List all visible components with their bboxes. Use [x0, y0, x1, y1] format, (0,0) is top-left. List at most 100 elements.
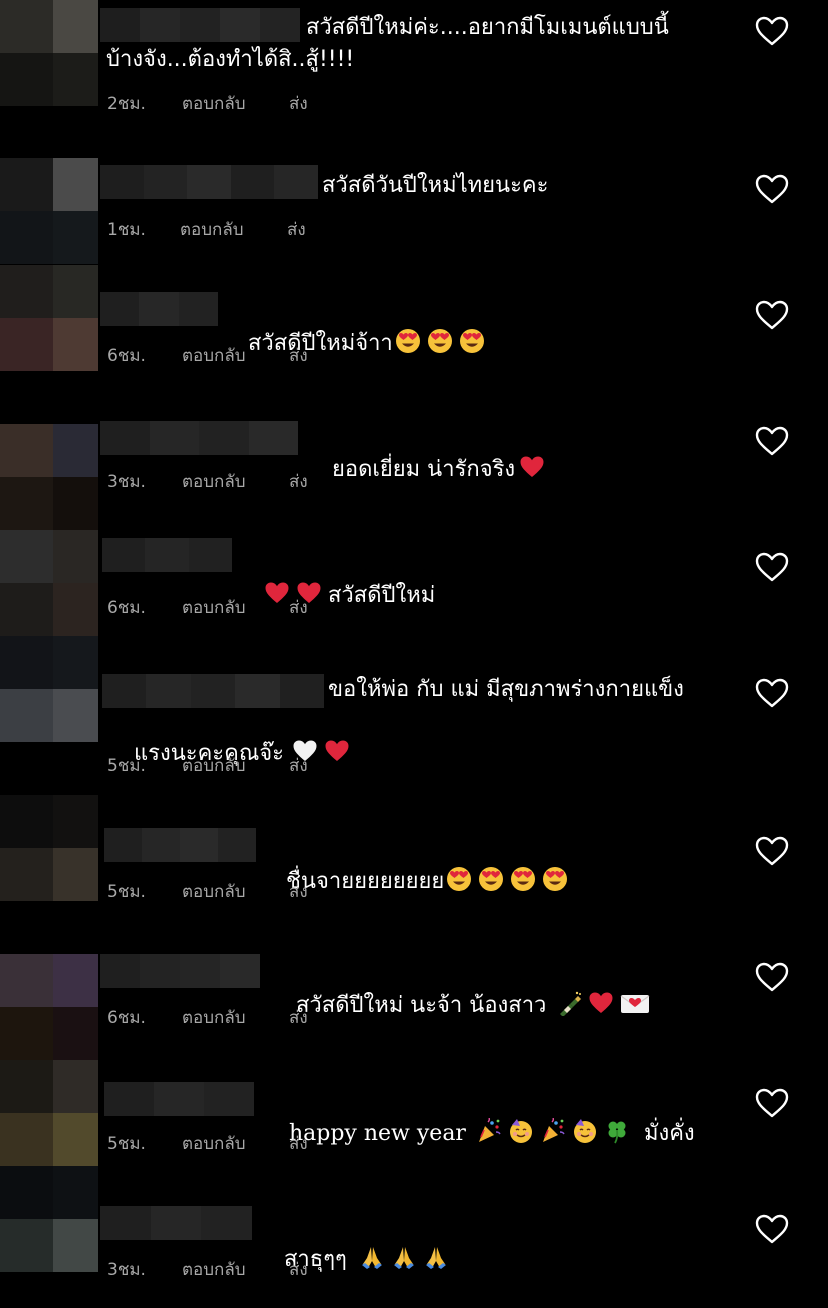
- username-blurred[interactable]: [100, 8, 300, 42]
- partying-face-emoji-icon: [508, 1118, 534, 1144]
- love-letter-emoji-icon: [620, 990, 650, 1016]
- bottle-emoji-icon: [556, 990, 582, 1016]
- avatar[interactable]: [0, 265, 98, 371]
- pray-emoji-icon: [359, 1244, 385, 1270]
- timestamp: 3ชม.: [107, 472, 146, 492]
- avatar[interactable]: [0, 795, 98, 901]
- reply-button[interactable]: ตอบกลับ: [182, 1004, 289, 1031]
- reply-button[interactable]: ตอบกลับ: [182, 342, 289, 369]
- timestamp: 2ชม.: [107, 94, 146, 114]
- avatar[interactable]: [0, 158, 98, 264]
- red-heart-emoji-icon: [324, 738, 350, 764]
- comment-text-label: happy new year: [288, 1121, 466, 1146]
- reply-button[interactable]: ตอบกลับ: [180, 216, 287, 243]
- timestamp: 3ชม.: [107, 1260, 146, 1280]
- avatar[interactable]: [0, 0, 98, 106]
- comment-text: สวัสดีวันปีใหม่ไทยนะคะ: [322, 173, 549, 198]
- comment-meta: 6ชม. ตอบกลับ ส่ง: [107, 594, 308, 621]
- comment-text-suffix: มั่งคั่ง: [643, 1121, 695, 1146]
- like-heart-icon[interactable]: [754, 15, 790, 47]
- avatar[interactable]: [0, 424, 98, 530]
- heart-eyes-emoji-icon: [395, 328, 421, 354]
- like-heart-icon[interactable]: [754, 299, 790, 331]
- like-heart-icon[interactable]: [754, 677, 790, 709]
- username-blurred[interactable]: [100, 165, 318, 199]
- party-popper-emoji-icon: [476, 1118, 502, 1144]
- username-blurred[interactable]: [100, 421, 298, 455]
- pray-emoji-icon: [391, 1244, 417, 1270]
- timestamp: 5ชม.: [107, 882, 146, 902]
- timestamp: 6ชม.: [107, 598, 146, 618]
- like-heart-icon[interactable]: [754, 1087, 790, 1119]
- avatar-column: [0, 0, 98, 1303]
- username-blurred[interactable]: [102, 538, 232, 572]
- heart-eyes-emoji-icon: [446, 866, 472, 892]
- comment-text-label: สวัสดีปีใหม่ นะจ้า น้องสาว: [295, 993, 547, 1018]
- timestamp: 6ชม.: [107, 1008, 146, 1028]
- send-button[interactable]: ส่ง: [289, 1004, 308, 1031]
- comment-text: happy new year มั่งคั่ง: [261, 1086, 695, 1182]
- comment-meta: 5ชม. ตอบกลับ ส่ง: [107, 1130, 308, 1157]
- comment-text-label: ชื่นจายยยยยยยย: [285, 869, 445, 894]
- username-blurred[interactable]: [102, 674, 325, 708]
- comment-text: สวัสดีปีใหม่ค่ะ....อยากมีโมเมนต์แบบนี้: [306, 15, 669, 40]
- comment-meta: 3ชม. ตอบกลับ ส่ง: [107, 1256, 308, 1283]
- username-blurred[interactable]: [100, 954, 260, 988]
- comment-text: สวัสดีปีใหม่ นะจ้า น้องสาว: [268, 958, 656, 1054]
- send-button[interactable]: ส่ง: [289, 594, 308, 621]
- like-heart-icon[interactable]: [754, 1213, 790, 1245]
- comment-meta: 1ชม. ตอบกลับ ส่ง: [107, 216, 306, 243]
- clover-emoji-icon: [604, 1118, 630, 1144]
- comment-meta: 5ชม. ตอบกลับ ส่ง: [107, 752, 308, 779]
- timestamp: 6ชม.: [107, 346, 146, 366]
- send-button[interactable]: ส่ง: [289, 342, 308, 369]
- avatar[interactable]: [0, 530, 98, 636]
- timestamp: 5ชม.: [107, 756, 146, 776]
- comment-text: ขอให้พ่อ กับ แม่ มีสุขภาพร่างกายแข็ง: [328, 677, 684, 702]
- comment-meta: 6ชม. ตอบกลับ ส่ง: [107, 342, 308, 369]
- timestamp: 1ชม.: [107, 220, 146, 240]
- like-heart-icon[interactable]: [754, 961, 790, 993]
- send-button[interactable]: ส่ง: [289, 468, 308, 495]
- timestamp: 5ชม.: [107, 1134, 146, 1154]
- avatar[interactable]: [0, 636, 98, 742]
- username-blurred[interactable]: [100, 1206, 253, 1240]
- comment-text: ยอดเยี่ยม น่ารักจริง: [304, 422, 551, 518]
- like-heart-icon[interactable]: [754, 173, 790, 205]
- red-heart-emoji-icon: [588, 990, 614, 1016]
- heart-eyes-emoji-icon: [510, 866, 536, 892]
- send-button[interactable]: ส่ง: [289, 752, 308, 779]
- heart-eyes-emoji-icon: [427, 328, 453, 354]
- comment-meta: 6ชม. ตอบกลับ ส่ง: [107, 1004, 308, 1031]
- like-heart-icon[interactable]: [754, 551, 790, 583]
- username-blurred[interactable]: [104, 1082, 254, 1116]
- username-blurred[interactable]: [100, 292, 218, 326]
- comment-text-label: ยอดเยี่ยม น่ารักจริง: [331, 457, 516, 482]
- send-button[interactable]: ส่ง: [289, 878, 308, 905]
- comment-text-line2: บ้างจัง...ต้องทำได้สิ..สู้!!!!: [106, 47, 355, 72]
- comment-meta: 2ชม. ตอบกลับ ส่ง: [107, 90, 308, 117]
- heart-eyes-emoji-icon: [542, 866, 568, 892]
- send-button[interactable]: ส่ง: [289, 90, 308, 117]
- reply-button[interactable]: ตอบกลับ: [182, 1130, 289, 1157]
- avatar[interactable]: [0, 1060, 98, 1166]
- like-heart-icon[interactable]: [754, 425, 790, 457]
- send-button[interactable]: ส่ง: [289, 1130, 308, 1157]
- red-heart-emoji-icon: [519, 454, 545, 480]
- reply-button[interactable]: ตอบกลับ: [182, 594, 289, 621]
- heart-eyes-emoji-icon: [459, 328, 485, 354]
- party-popper-emoji-icon: [540, 1118, 566, 1144]
- reply-button[interactable]: ตอบกลับ: [182, 468, 289, 495]
- reply-button[interactable]: ตอบกลับ: [182, 878, 289, 905]
- reply-button[interactable]: ตอบกลับ: [182, 752, 289, 779]
- username-blurred[interactable]: [104, 828, 256, 862]
- avatar[interactable]: [0, 954, 98, 1060]
- comment-meta: 3ชม. ตอบกลับ ส่ง: [107, 468, 308, 495]
- send-button[interactable]: ส่ง: [289, 1256, 308, 1283]
- reply-button[interactable]: ตอบกลับ: [182, 90, 289, 117]
- send-button[interactable]: ส่ง: [287, 216, 306, 243]
- partying-face-emoji-icon: [572, 1118, 598, 1144]
- avatar[interactable]: [0, 1166, 98, 1272]
- like-heart-icon[interactable]: [754, 835, 790, 867]
- reply-button[interactable]: ตอบกลับ: [182, 1256, 289, 1283]
